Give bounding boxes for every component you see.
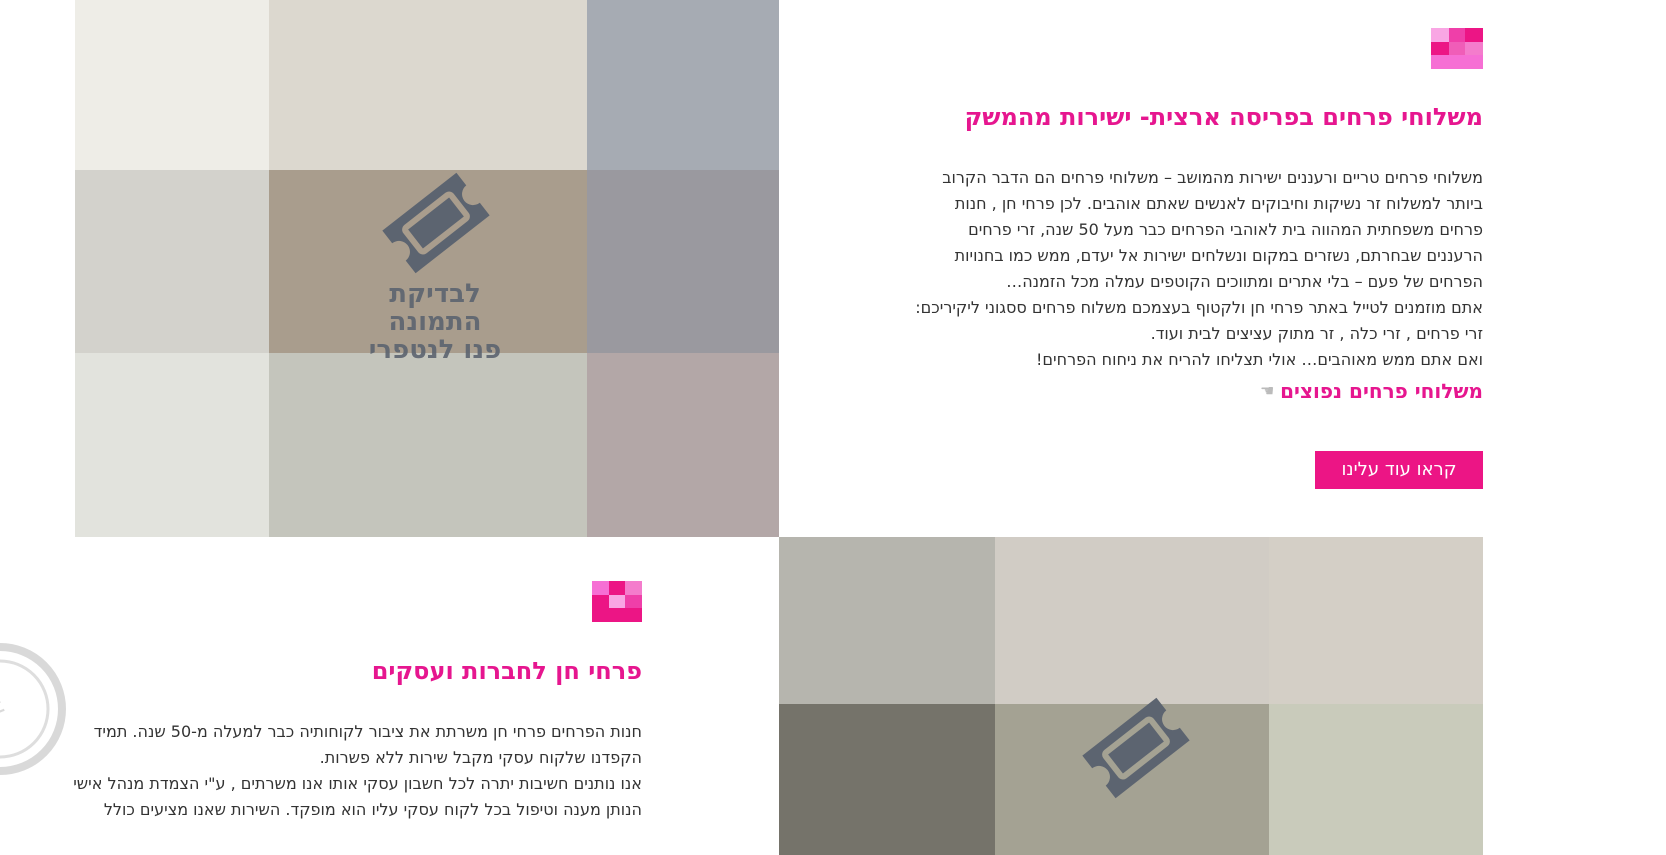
image-tile <box>995 537 1269 704</box>
image-tile <box>75 353 269 537</box>
pink-pixel-logo-icon <box>592 581 642 622</box>
pointing-hand-icon: ☛ <box>1259 381 1275 400</box>
paragraph-line: הקפדנו שלקוח עסקי מקבל שירות ללא פשרות. <box>319 748 642 767</box>
image-tile <box>779 537 995 704</box>
paragraph-line: חנות הפרחים פרחי חן משרתת את ציבור לקוחו… <box>93 722 642 741</box>
paragraph-line: אנו נותנים חשיבות יתרה לכל חשבון עסקי או… <box>73 774 642 793</box>
placeholder-label: לבדיקת התמונה פנו לנטפרי <box>325 280 545 364</box>
section1-paragraph: משלוחי פרחים טריים ורעננים ישירות מהמושב… <box>915 165 1483 373</box>
image-tile <box>779 704 995 855</box>
read-more-about-us-button[interactable]: קראו עוד עלינו <box>1315 451 1483 489</box>
ticket-icon <box>382 172 490 274</box>
section2-title: פרחי חן לחברות ועסקים <box>371 657 642 685</box>
paragraph-line: פרחים משפחתית המהווה בית לאוהבי הפרחים כ… <box>968 220 1483 239</box>
image-tile <box>1269 537 1483 704</box>
paragraph-line: ביותר למשלוח זר נשיקות וחיבוקים לאנשים ש… <box>954 194 1483 213</box>
pink-pixel-logo-icon <box>1431 28 1483 69</box>
paragraph-line: משלוחי פרחים טריים ורעננים ישירות מהמושב… <box>942 168 1483 187</box>
paragraph-line: הפרחים של פעם – בלי אתרים ומתווכים הקוטפ… <box>1006 272 1483 291</box>
placeholder-line: פנו לנטפרי <box>368 335 502 365</box>
image-tile <box>75 170 269 353</box>
free-stamp-icon: FREE <box>0 643 66 775</box>
paragraph-line: הנותן מענה וטיפול בכל לקוח עסקי עליו הוא… <box>103 800 642 819</box>
section1-image: לבדיקת התמונה פנו לנטפרי <box>75 0 779 537</box>
paragraph-line: אתם מוזמנים לטייל באתר פרחי חן ולקטוף בע… <box>915 298 1483 317</box>
section1-title: משלוחי פרחים בפריסה ארצית- ישירות מהמשק <box>964 103 1483 131</box>
ticket-icon <box>1082 697 1190 799</box>
section2-paragraph: חנות הפרחים פרחי חן משרתת את ציבור לקוחו… <box>73 719 642 823</box>
image-tile <box>1269 704 1483 855</box>
placeholder-line: התמונה <box>388 307 482 337</box>
paragraph-line: ואם אתם ממש מאוהבים… אולי תצליחו להריח א… <box>1036 350 1483 369</box>
popular-deliveries-link[interactable]: משלוחי פרחים נפוצים ☛ <box>1260 378 1483 404</box>
image-tile <box>587 353 779 537</box>
image-tile <box>269 0 587 170</box>
image-tile <box>269 353 587 537</box>
placeholder-line: לבדיקת <box>389 279 481 309</box>
paragraph-line: זרי פרחים , זרי כלה , זר מתוק עציצים לבי… <box>1150 324 1483 343</box>
image-tile <box>75 0 269 170</box>
image-tile <box>587 0 779 170</box>
popular-deliveries-link-label: משלוחי פרחים נפוצים <box>1280 379 1483 403</box>
image-tile <box>587 170 779 353</box>
section2-image <box>779 537 1483 855</box>
paragraph-line: הרעננים שבחרתם, נשזרים במקום ונשלחים ישי… <box>954 246 1483 265</box>
stamp-text: FREE <box>0 689 9 741</box>
